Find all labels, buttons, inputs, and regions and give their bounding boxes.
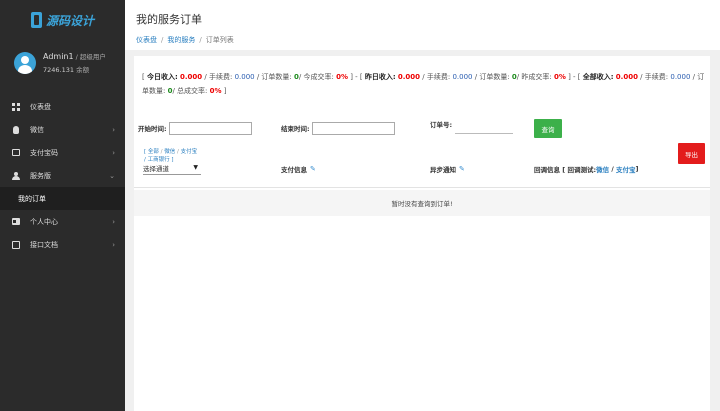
chevron-right-icon: › bbox=[112, 217, 115, 226]
total-rate: 0% bbox=[209, 87, 222, 95]
chevron-right-icon: › bbox=[112, 240, 115, 249]
balance-value: 7246.131 bbox=[43, 66, 75, 74]
sidebar-item-alipay-code[interactable]: 支付宝码 › bbox=[0, 141, 125, 164]
sidebar-item-dashboard[interactable]: 仪表盘 bbox=[0, 95, 125, 118]
start-time-label: 开始时间: bbox=[138, 125, 167, 133]
table-header: [ 全部 / 微信 / 支付宝 / 工商银行 ] 选择通道 ▼ 支付信息 ✎ 异… bbox=[134, 148, 710, 188]
callback-test-alipay[interactable]: 支付宝 bbox=[616, 164, 636, 174]
id-card-icon bbox=[11, 218, 20, 226]
today-fee: 0.000 bbox=[234, 73, 255, 81]
quick-filter-wechat[interactable]: 微信 bbox=[164, 149, 175, 155]
user-panel: Admin1 / 超级用户 7246.131 余额 bbox=[0, 40, 125, 85]
order-no-input[interactable] bbox=[455, 124, 514, 134]
sidebar-item-service[interactable]: 服务版 ⌄ bbox=[0, 164, 125, 187]
empty-state: 暂时没有查询到订单! bbox=[134, 190, 710, 216]
end-time-filter: 结束时间: bbox=[281, 120, 395, 136]
chevron-down-icon: ⌄ bbox=[109, 171, 115, 180]
sidebar-item-personal-center[interactable]: 个人中心 › bbox=[0, 210, 125, 233]
total-income: 0.000 bbox=[615, 73, 638, 81]
total-fee: 0.000 bbox=[670, 73, 691, 81]
chevron-right-icon: › bbox=[112, 125, 115, 134]
quick-filter-alipay[interactable]: 支付宝 bbox=[181, 149, 198, 155]
channel-select[interactable]: 选择通道 ▼ bbox=[143, 161, 201, 175]
yesterday-rate: 0% bbox=[553, 73, 566, 81]
user-name: Admin1 bbox=[43, 52, 74, 61]
grid-icon bbox=[11, 102, 20, 111]
document-icon bbox=[11, 240, 20, 249]
user-icon bbox=[11, 171, 20, 180]
sidebar-menu: 仪表盘 微信 › 支付宝码 › 服务版 ⌄ 我的订单 个人中心 › 接口文档 › bbox=[0, 95, 125, 256]
order-no-filter: 订单号: bbox=[430, 116, 514, 134]
card-icon bbox=[11, 149, 20, 157]
breadcrumb-my-service[interactable]: 我的服务 bbox=[167, 36, 195, 44]
user-balance: 7246.131 余额 bbox=[43, 64, 106, 74]
today-rate: 0% bbox=[336, 73, 348, 81]
column-payment-info: 支付信息 ✎ bbox=[281, 165, 316, 174]
user-name-line: Admin1 / 超级用户 bbox=[43, 52, 106, 61]
caret-down-icon: ▼ bbox=[193, 164, 198, 171]
end-time-label: 结束时间: bbox=[281, 125, 310, 133]
sidebar-item-wechat[interactable]: 微信 › bbox=[0, 118, 125, 141]
logo-text: 源码设计 bbox=[45, 13, 94, 28]
start-time-filter: 开始时间: bbox=[138, 120, 252, 136]
page-header: 我的服务订单 仪表盘 / 我的服务 / 订单列表 bbox=[125, 0, 720, 50]
logo-icon bbox=[30, 12, 42, 28]
callback-test-wechat[interactable]: 微信 bbox=[596, 164, 609, 174]
edit-icon[interactable]: ✎ bbox=[459, 165, 465, 173]
yesterday-fee: 0.000 bbox=[452, 73, 473, 81]
orders-panel: [ 今日收入: 0.000 / 手续费: 0.000 / 订单数量: 0/ 今成… bbox=[134, 56, 710, 411]
yesterday-income: 0.000 bbox=[397, 73, 421, 81]
column-callback-info: 回调信息 [ 回调测试: 微信 / 支付宝 ] bbox=[534, 164, 639, 174]
sidebar: 源码设计 Admin1 / 超级用户 7246.131 余额 仪表盘 微信 › … bbox=[0, 0, 125, 411]
edit-icon[interactable]: ✎ bbox=[310, 165, 316, 173]
today-income: 0.000 bbox=[180, 73, 203, 81]
sidebar-item-api-docs[interactable]: 接口文档 › bbox=[0, 233, 125, 256]
quick-filter-all[interactable]: 全部 bbox=[148, 149, 159, 155]
user-role: 超级用户 bbox=[79, 53, 106, 61]
column-async-notify: 异步通知 ✎ bbox=[430, 165, 465, 174]
wechat-icon bbox=[11, 125, 20, 134]
query-button[interactable]: 查询 bbox=[534, 119, 562, 138]
page-title: 我的服务订单 bbox=[136, 13, 202, 26]
breadcrumb-order-list: 订单列表 bbox=[205, 36, 234, 44]
avatar[interactable] bbox=[14, 51, 36, 74]
order-no-label: 订单号: bbox=[430, 121, 453, 129]
breadcrumb-dashboard[interactable]: 仪表盘 bbox=[136, 36, 157, 44]
income-stats: [ 今日收入: 0.000 / 手续费: 0.000 / 订单数量: 0/ 今成… bbox=[142, 73, 705, 95]
start-time-input[interactable] bbox=[168, 121, 252, 135]
sidebar-item-my-orders[interactable]: 我的订单 bbox=[0, 187, 125, 210]
breadcrumb: 仪表盘 / 我的服务 / 订单列表 bbox=[136, 36, 234, 44]
app-logo[interactable]: 源码设计 bbox=[0, 0, 125, 40]
chevron-right-icon: › bbox=[112, 148, 115, 157]
end-time-input[interactable] bbox=[311, 121, 395, 135]
balance-unit: 余额 bbox=[74, 66, 90, 74]
